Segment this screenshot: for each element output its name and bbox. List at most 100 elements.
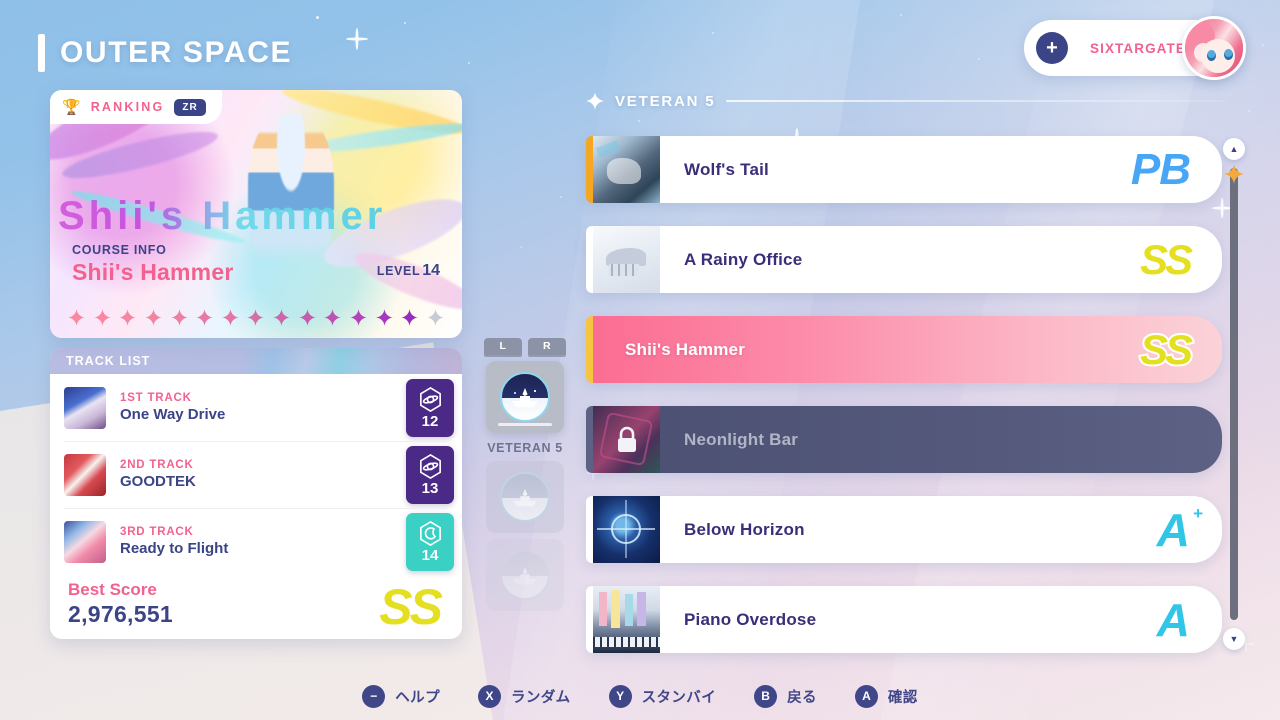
star-filled <box>68 309 85 326</box>
track-row[interactable]: 2ND TRACK GOODTEK 13 <box>50 441 462 508</box>
bg-dot <box>468 62 470 64</box>
track-list-header: TRACK LIST <box>50 348 462 374</box>
song-row-body: Neonlight Bar <box>660 406 1222 473</box>
sparkle-star-icon <box>586 92 604 110</box>
track-thumbnail <box>64 386 106 429</box>
bottom-bar-label: 確認 <box>887 689 918 706</box>
chevron-up-icon[interactable]: ▲ <box>1223 138 1245 160</box>
ship-glyph <box>513 488 537 507</box>
best-score-value: 2,976,551 <box>68 601 174 627</box>
user-profile-pill[interactable]: + SIXTARGATE <box>1024 16 1246 80</box>
song-row[interactable]: A Rainy Office SS <box>586 226 1222 293</box>
song-grade: PB <box>1129 144 1193 194</box>
title-accent-bar <box>38 34 45 72</box>
row-accent-bar <box>586 406 593 473</box>
planet-hex-icon <box>417 386 444 413</box>
course-info-block: COURSE INFO Shii's Hammer <box>72 243 233 286</box>
bg-dot <box>1262 44 1264 46</box>
key-hint-r[interactable]: R <box>528 338 566 355</box>
header-rule <box>726 100 1226 102</box>
lr-key-hints: L R <box>475 338 575 355</box>
plus-icon[interactable]: + <box>1036 32 1068 64</box>
level-value: 14 <box>422 262 440 279</box>
song-jacket <box>593 406 660 473</box>
track-row[interactable]: 1ST TRACK One Way Drive 12 <box>50 374 462 441</box>
difficulty-tile-far[interactable] <box>486 539 564 611</box>
button-key-icon: A <box>854 684 878 708</box>
song-jacket <box>593 136 660 203</box>
track-difficulty-badge: 13 <box>406 445 454 504</box>
planet-hex-icon <box>417 453 444 480</box>
star-filled <box>144 309 162 326</box>
song-title: Shii's Hammer <box>625 339 746 359</box>
song-row[interactable]: Below Horizon A + <box>586 496 1222 563</box>
star-filled <box>119 309 137 326</box>
song-title: Wolf's Tail <box>684 159 769 179</box>
difficulty-tile-active[interactable] <box>486 361 564 433</box>
chevron-down-icon[interactable]: ▼ <box>1223 628 1245 650</box>
ranking-badge[interactable]: 🏆 RANKING ZR <box>50 90 222 124</box>
ship-orb-icon <box>500 372 550 422</box>
grade-pb-badge: PB <box>1129 144 1193 194</box>
song-row[interactable]: Wolf's Tail PB <box>586 136 1222 203</box>
avatar[interactable] <box>1182 16 1246 80</box>
course-info-card[interactable]: Shii's Hammer 🏆 RANKING ZR COURSE INFO S… <box>50 90 462 338</box>
difficulty-tile-next[interactable] <box>486 461 564 533</box>
song-title: Below Horizon <box>684 519 805 539</box>
lock-icon <box>617 426 636 452</box>
bottom-bar-item-1[interactable]: X ランダム <box>477 684 571 708</box>
ship-glyph <box>512 387 538 407</box>
song-grade: SS <box>1138 235 1195 283</box>
song-row-locked[interactable]: Neonlight Bar <box>586 406 1222 473</box>
star-filled <box>247 309 265 326</box>
song-list-header-label: VETERAN 5 <box>615 92 716 110</box>
best-score-text: Best Score 2,976,551 <box>68 580 173 628</box>
song-row-selected[interactable]: Shii's Hammer SS <box>586 316 1222 383</box>
song-title: Neonlight Bar <box>684 429 799 449</box>
button-key-icon: B <box>754 684 778 708</box>
star-filled <box>324 309 342 326</box>
bottom-bar-item-0[interactable]: − ヘルプ <box>362 684 440 708</box>
bottom-bar-item-4[interactable]: A 確認 <box>854 684 918 708</box>
zr-badge: ZR <box>174 98 206 116</box>
row-accent-bar <box>586 136 593 203</box>
bg-dot <box>900 14 902 16</box>
song-list: Wolf's Tail PB A Rainy Office SS Shii's … <box>586 136 1222 676</box>
song-row[interactable]: Piano Overdose A <box>586 586 1222 653</box>
button-key-icon: X <box>477 684 501 708</box>
grade-a-badge: A <box>1155 593 1192 646</box>
bottom-bar-item-3[interactable]: B 戻る <box>754 684 817 708</box>
bottom-bar-label: ランダム <box>510 689 571 706</box>
song-row-body: Piano Overdose A <box>660 586 1222 653</box>
bottom-button-bar: − ヘルプ X ランダム Y スタンバイ B 戻る A 確認 <box>0 672 1280 720</box>
song-row-body: A Rainy Office SS <box>660 226 1222 293</box>
key-hint-l[interactable]: L <box>484 338 522 355</box>
avatar-eye-right <box>1224 49 1233 60</box>
song-grade: A <box>1155 593 1192 646</box>
left-panel: Shii's Hammer 🏆 RANKING ZR COURSE INFO S… <box>50 90 462 639</box>
best-score-grade: SS <box>377 580 445 634</box>
song-jacket <box>593 496 660 563</box>
song-grade: SS <box>1138 325 1195 373</box>
row-accent-bar <box>586 226 593 293</box>
song-title: Piano Overdose <box>684 609 817 629</box>
grade-ss-badge: SS <box>1138 235 1195 283</box>
row-accent-bar <box>586 496 593 563</box>
grade-a-plus-badge: A + <box>1155 503 1205 556</box>
avatar-eye-left <box>1207 50 1216 61</box>
plus-suffix: + <box>1192 503 1205 523</box>
song-list-scrollbar[interactable]: ▲ ▼ <box>1223 138 1245 650</box>
bg-dot <box>316 16 319 19</box>
page-title: OUTER SPACE <box>60 36 293 69</box>
track-row[interactable]: 3RD TRACK Ready to Flight 14 <box>50 508 462 575</box>
moon-hex-icon <box>417 520 444 547</box>
bg-dot <box>520 246 522 248</box>
scrollbar-track[interactable] <box>1230 168 1238 620</box>
level-label: LEVEL <box>376 264 421 278</box>
bg-dot <box>712 32 714 34</box>
course-name: Shii's Hammer <box>72 259 234 285</box>
grade-ss-badge: SS <box>1138 325 1195 373</box>
bottom-bar-item-2[interactable]: Y スタンバイ <box>608 684 717 708</box>
tile-shine <box>498 423 552 426</box>
bg-dot <box>1248 110 1250 112</box>
